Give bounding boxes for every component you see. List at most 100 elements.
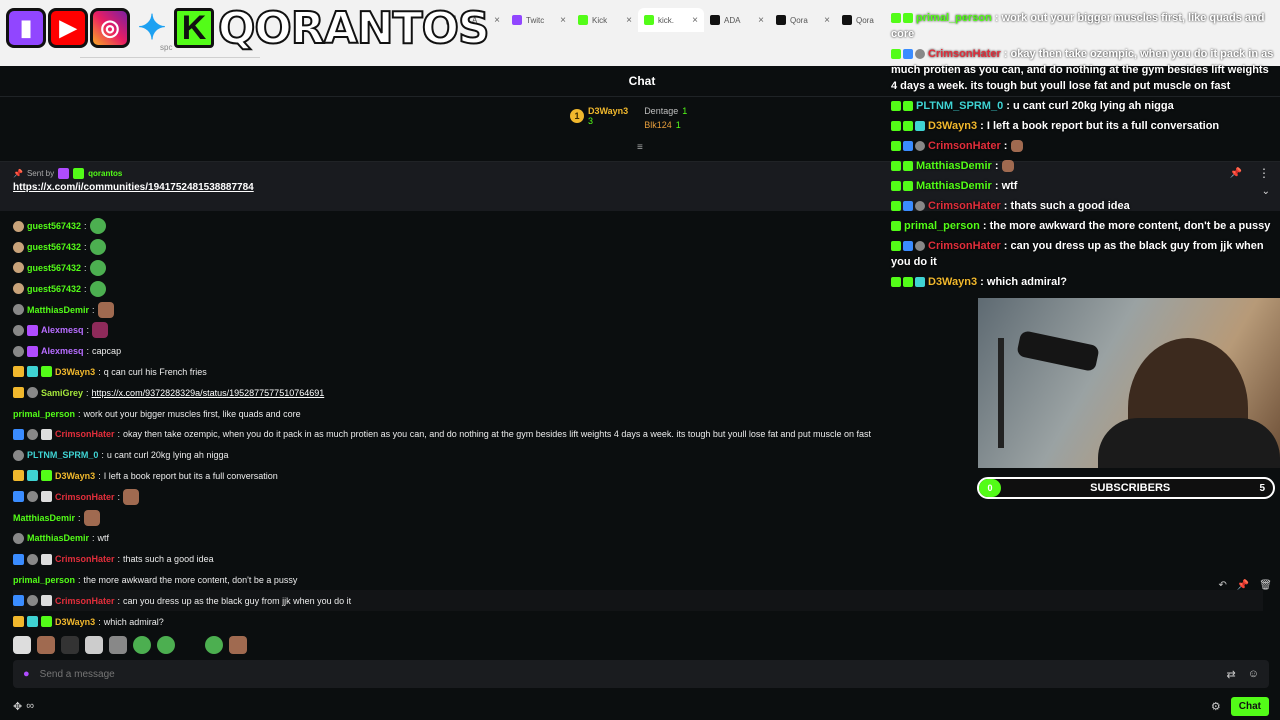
- overlay-message: CrimsonHater :: [888, 136, 1280, 156]
- chat-message[interactable]: MatthiasDemir:: [13, 507, 1263, 528]
- infinity-icon[interactable]: ∞: [26, 700, 34, 713]
- gift-leaderboard: 1 D3Wayn3 3 Dentage 1 Blk124 1: [570, 106, 687, 130]
- message-link[interactable]: https://x.com/9372828329a/status/1952877…: [92, 388, 325, 398]
- username[interactable]: D3Wayn3: [55, 367, 95, 377]
- username[interactable]: CrimsonHater: [55, 429, 115, 439]
- username[interactable]: PLTNM_SPRM_0: [27, 450, 98, 460]
- chat-input[interactable]: [39, 668, 1227, 680]
- twitter-icon: ✦: [137, 9, 167, 47]
- kick-badge-icon: [891, 221, 901, 232]
- browser-tab[interactable]: ADA ×: [704, 8, 770, 32]
- mic-icon[interactable]: ●: [23, 668, 30, 680]
- badge-icon: [13, 449, 24, 461]
- kick-badge-icon: [891, 101, 901, 112]
- badge-icon: [27, 595, 38, 607]
- badge-icon: [27, 345, 38, 357]
- emote-icon[interactable]: [61, 636, 79, 654]
- badge-icon: [41, 595, 52, 607]
- username[interactable]: D3Wayn3: [55, 617, 95, 627]
- username[interactable]: guest567432: [27, 284, 81, 294]
- gear-icon[interactable]: ⚙: [1211, 700, 1221, 713]
- emote-icon[interactable]: [133, 636, 151, 654]
- send-chat-button[interactable]: Chat: [1230, 696, 1269, 716]
- streamer-shirt: [1098, 418, 1280, 468]
- username[interactable]: MatthiasDemir: [13, 513, 75, 523]
- leader-entry[interactable]: Blk124 1: [644, 120, 687, 130]
- overlay-message: primal_person : work out your bigger mus…: [891, 12, 1265, 40]
- delete-icon[interactable]: 🗑: [1259, 580, 1272, 591]
- close-icon[interactable]: ×: [494, 15, 500, 26]
- username[interactable]: MatthiasDemir: [27, 305, 89, 315]
- close-icon[interactable]: ×: [824, 15, 830, 26]
- chat-message[interactable]: CrimsonHater: can you dress up as the bla…: [13, 590, 1263, 612]
- badge-icon: [903, 161, 913, 172]
- emote-icon[interactable]: [109, 636, 127, 654]
- emote-picker-icon[interactable]: ☺: [1248, 668, 1259, 681]
- badge-icon: [27, 491, 38, 503]
- pinned-link[interactable]: https://x.com/i/communities/194175248153…: [13, 182, 254, 193]
- close-icon[interactable]: ×: [758, 15, 764, 26]
- badge-icon: [13, 345, 24, 357]
- points-icon[interactable]: ✥: [13, 700, 22, 713]
- emote-icon[interactable]: [181, 636, 199, 654]
- emote-icon[interactable]: [157, 636, 175, 654]
- username[interactable]: CrimsonHater: [55, 596, 115, 606]
- chat-message[interactable]: primal_person: the more awkward the more …: [13, 570, 1263, 591]
- badge-icon: [13, 241, 24, 253]
- twitch-icon: ▮: [6, 8, 46, 48]
- username[interactable]: MatthiasDemir: [27, 533, 89, 543]
- username[interactable]: primal_person: [13, 575, 75, 585]
- translate-icon[interactable]: ⇄: [1227, 668, 1236, 681]
- leader-entry[interactable]: Dentage 1: [644, 106, 687, 116]
- badge-icon: [13, 595, 24, 607]
- badge-icon: [41, 470, 52, 482]
- emote-icon[interactable]: [85, 636, 103, 654]
- badge-icon: [13, 491, 24, 503]
- username[interactable]: Alexmesq: [41, 346, 84, 356]
- username[interactable]: guest567432: [27, 221, 81, 231]
- tab-strip: ISLA × Twitc × Kick × kick. × ADA × Qora × Qor…: [440, 8, 902, 32]
- username[interactable]: guest567432: [27, 263, 81, 273]
- username[interactable]: guest567432: [27, 242, 81, 252]
- username[interactable]: CrimsonHater: [55, 492, 115, 502]
- emote-icon: [123, 488, 140, 505]
- badge-icon: [58, 168, 70, 179]
- username[interactable]: Alexmesq: [41, 325, 84, 335]
- kick-badge-icon: [891, 181, 901, 192]
- message-text: can you dress up as the black guy from j…: [123, 595, 352, 606]
- leader-count: 1: [682, 106, 688, 116]
- browser-tab-active[interactable]: kick. ×: [638, 8, 704, 32]
- emote-icon[interactable]: [229, 636, 247, 654]
- browser-tab[interactable]: Twitc ×: [506, 8, 572, 32]
- pinned-username[interactable]: qorantos: [88, 169, 122, 178]
- message-text: thats such a good idea: [123, 554, 214, 565]
- username[interactable]: D3Wayn3: [55, 471, 95, 481]
- leader-entry[interactable]: 1 D3Wayn3 3: [570, 106, 628, 126]
- badge-icon: [13, 532, 24, 544]
- reply-icon[interactable]: ↶: [1218, 580, 1226, 591]
- username[interactable]: primal_person: [13, 409, 75, 419]
- filter-icon[interactable]: ≡: [637, 142, 643, 153]
- badge-icon: [13, 220, 24, 232]
- badge-icon: [27, 553, 38, 565]
- overlay-message: CrimsonHater : can you dress up as the b…: [891, 240, 1264, 268]
- tab-favicon-icon: [644, 15, 654, 25]
- close-icon[interactable]: ×: [692, 15, 698, 26]
- close-icon[interactable]: ×: [626, 15, 632, 26]
- emote-icon: [1010, 140, 1023, 153]
- username[interactable]: CrimsonHater: [55, 554, 115, 564]
- chat-message[interactable]: D3Wayn3: which admiral?: [13, 611, 1263, 632]
- browser-tab[interactable]: Kick ×: [572, 8, 638, 32]
- username[interactable]: SamiGrey: [41, 388, 83, 398]
- pin-icon[interactable]: 📌: [1237, 580, 1249, 591]
- emote-icon[interactable]: [205, 636, 223, 654]
- kick-badge-icon: [891, 49, 901, 60]
- close-icon[interactable]: ×: [560, 15, 566, 26]
- kick-badge-icon: [891, 121, 901, 132]
- emote-icon[interactable]: [13, 636, 31, 654]
- sub-goal-fill: 0: [979, 479, 1001, 497]
- emote-icon[interactable]: [37, 636, 55, 654]
- chat-message[interactable]: CrimsonHater: thats such a good idea: [13, 549, 1263, 570]
- browser-tab[interactable]: Qora×: [770, 8, 836, 32]
- chat-message[interactable]: MatthiasDemir: wtf: [13, 528, 1263, 549]
